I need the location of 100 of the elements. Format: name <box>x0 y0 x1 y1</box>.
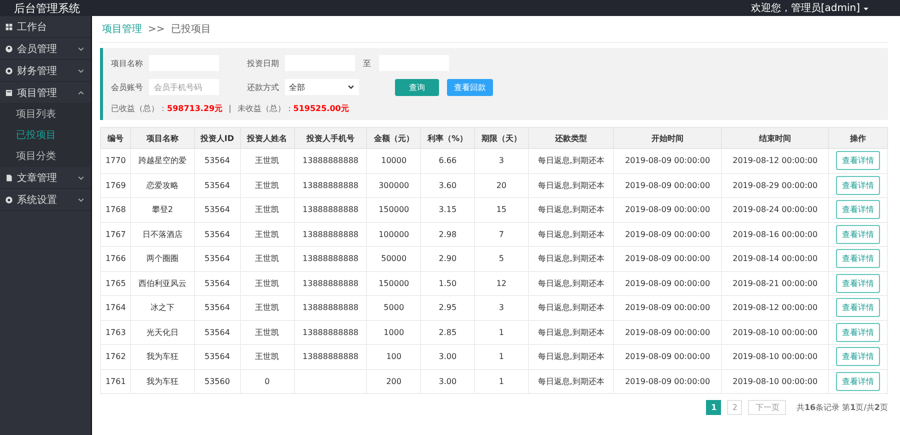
table-cell: 1.50 <box>420 271 475 296</box>
details-button[interactable]: 查看详情 <box>836 347 880 366</box>
table-cell: 2.90 <box>420 246 475 271</box>
table-cell: 2019-08-10 00:00:00 <box>721 320 829 344</box>
breadcrumb-link[interactable]: 项目管理 <box>102 22 142 36</box>
table-cell: 5000 <box>366 296 421 320</box>
table-cell: 2019-08-16 00:00:00 <box>721 222 829 246</box>
field-label: 项目名称 <box>111 58 143 68</box>
summary-value: 598713.29元 <box>167 102 223 114</box>
table-cell: 1 <box>474 369 528 394</box>
table-cell: 2019-08-09 00:00:00 <box>614 148 722 173</box>
chevron-icon <box>77 196 85 204</box>
table-cell: 2019-08-09 00:00:00 <box>614 222 722 246</box>
table-cell: 2019-08-10 00:00:00 <box>721 369 829 394</box>
table-cell: 每日返息,到期还本 <box>528 148 614 173</box>
column-header: 结束时间 <box>721 128 829 148</box>
chevron-icon <box>77 88 85 96</box>
table-cell: 每日返息,到期还本 <box>528 320 614 344</box>
table-cell: 3.00 <box>420 369 475 394</box>
table-cell: 13888888888 <box>294 148 367 173</box>
table-cell: 50000 <box>366 246 421 271</box>
details-button[interactable]: 查看详情 <box>836 224 880 244</box>
table-cell: 王世凯 <box>240 296 294 320</box>
table-cell: 王世凯 <box>240 198 294 222</box>
details-button[interactable]: 查看详情 <box>836 274 880 293</box>
select-field[interactable]: 全部 <box>285 79 359 95</box>
nav-subitem[interactable]: 项目列表 <box>0 104 91 125</box>
field-label: 投资日期 <box>247 58 279 68</box>
chevron-icon <box>347 83 355 91</box>
table-cell: 每日返息,到期还本 <box>528 173 614 198</box>
table-cell: 1762 <box>100 344 131 369</box>
table-cell: 53564 <box>194 246 240 271</box>
table-cell: 跨越星空的爱 <box>130 148 194 173</box>
details-button[interactable]: 查看详情 <box>836 372 880 391</box>
table-cell: 20 <box>474 173 528 198</box>
field-label: 还款方式 <box>247 82 279 92</box>
column-header: 期限（天） <box>474 128 528 148</box>
coin-circle-icon <box>5 66 13 74</box>
table-cell: 53564 <box>194 222 240 246</box>
table-cell: 1 <box>474 344 528 369</box>
column-header: 利率（%） <box>420 128 475 148</box>
table-cell: 王世凯 <box>240 222 294 246</box>
details-button[interactable]: 查看详情 <box>836 298 880 318</box>
breadcrumb-current: 已投项目 <box>170 22 211 36</box>
details-button[interactable]: 查看详情 <box>836 151 880 170</box>
input-field[interactable]: 会员手机号码 <box>149 79 219 95</box>
table-cell: 王世凯 <box>240 344 294 369</box>
details-button[interactable]: 查看详情 <box>836 249 880 268</box>
column-header: 投资人ID <box>194 128 240 148</box>
table-cell: 2019-08-09 00:00:00 <box>614 271 722 296</box>
details-button[interactable]: 查看详情 <box>836 322 880 342</box>
table-cell: 王世凯 <box>240 173 294 198</box>
summary-label: 已收益（总）： <box>111 102 167 114</box>
table-cell: 2019-08-09 00:00:00 <box>614 173 722 198</box>
page-button[interactable]: 1 <box>706 400 722 415</box>
user-menu[interactable]: 欢迎您，管理员[admin] <box>750 2 870 15</box>
column-header: 开始时间 <box>614 128 722 148</box>
table-cell: 2.98 <box>420 222 475 246</box>
table-cell: 日不落酒店 <box>130 222 194 246</box>
table-cell: 1765 <box>100 271 131 296</box>
settings-icon <box>5 196 13 204</box>
action-button[interactable]: 查看回款 <box>447 78 493 96</box>
grid-icon <box>5 22 13 30</box>
table-cell: 2.85 <box>420 320 475 344</box>
table-cell: 1766 <box>100 246 131 271</box>
table-cell: 53564 <box>194 344 240 369</box>
details-button[interactable]: 查看详情 <box>836 176 880 195</box>
table-cell: 200 <box>366 369 421 394</box>
table-cell: 每日返息,到期还本 <box>528 198 614 222</box>
table-cell: 100 <box>366 344 421 369</box>
table-cell: 15 <box>474 198 528 222</box>
breadcrumb-separator: >> <box>148 24 165 34</box>
table-cell: 300000 <box>366 173 421 198</box>
details-button[interactable]: 查看详情 <box>836 200 880 220</box>
table-cell: 3.15 <box>420 198 475 222</box>
table-cell: 西伯利亚风云 <box>130 271 194 296</box>
table-cell: 53560 <box>194 369 240 394</box>
next-page-button[interactable]: 下一页 <box>748 400 786 415</box>
table-cell: 53564 <box>194 198 240 222</box>
table-cell: 0 <box>240 369 294 394</box>
column-header: 金额（元） <box>366 128 421 148</box>
table-cell: 1769 <box>100 173 131 198</box>
table-cell: 13888888888 <box>294 344 367 369</box>
nav-subitem[interactable]: 已投项目 <box>0 125 91 146</box>
table-cell: 每日返息,到期还本 <box>528 222 614 246</box>
square-icon <box>5 88 13 96</box>
table-cell: 王世凯 <box>240 246 294 271</box>
column-header: 投资人手机号 <box>294 128 367 148</box>
page-button[interactable]: 2 <box>727 400 742 415</box>
table-cell: 3.00 <box>420 344 475 369</box>
table-cell: 1000 <box>366 320 421 344</box>
table-cell: 53564 <box>194 173 240 198</box>
table-cell: 恋爱攻略 <box>130 173 194 198</box>
document-icon <box>5 174 13 182</box>
table-cell: 53564 <box>194 271 240 296</box>
field-label: 至 <box>363 58 371 68</box>
table-cell: 53564 <box>194 148 240 173</box>
action-button[interactable]: 查询 <box>395 78 439 96</box>
nav-subitem[interactable]: 项目分类 <box>0 146 91 167</box>
table-cell: 2019-08-09 00:00:00 <box>614 320 722 344</box>
